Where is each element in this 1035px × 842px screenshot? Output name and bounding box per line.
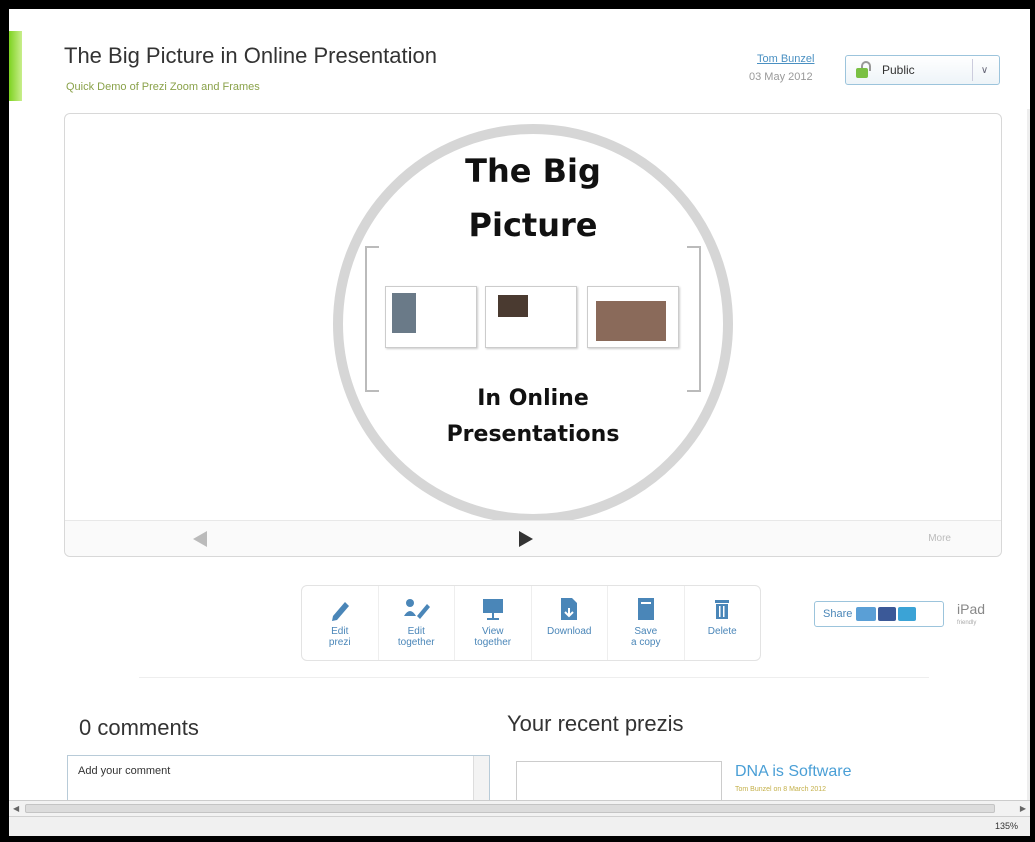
viewer-nav-bar: More — [65, 520, 1001, 556]
edit-prezi-button[interactable]: Edit prezi — [302, 586, 379, 660]
trash-icon — [709, 596, 735, 622]
scroll-thumb[interactable] — [25, 804, 995, 813]
horizontal-scrollbar[interactable]: ◀ ▶ — [9, 800, 1030, 816]
recent-prezi-title-link[interactable]: DNA is Software — [735, 763, 851, 781]
edit-prezi-label: Edit prezi — [328, 626, 351, 648]
email-icon[interactable] — [856, 607, 877, 621]
canvas-title-line1: The Big — [465, 152, 601, 190]
vertical-scrollbar[interactable] — [1027, 109, 1030, 825]
prezi-viewer[interactable]: The Big Picture In Online Presentations … — [64, 113, 1002, 557]
recent-prezis-heading: Your recent prezis — [507, 711, 684, 736]
prezi-actions-toolbar: Edit prezi Edit together View together D… — [301, 585, 761, 661]
more-button[interactable]: More — [928, 533, 951, 544]
presentation-screen-icon — [480, 596, 506, 622]
view-together-button[interactable]: View together — [455, 586, 532, 660]
download-label: Download — [547, 626, 592, 637]
twitter-icon[interactable] — [898, 607, 917, 621]
author-link[interactable]: Tom Bunzel — [757, 53, 814, 65]
recent-prezi-meta: Tom Bunzel on 8 March 2012 — [735, 786, 827, 793]
canvas-title-line2: Picture — [468, 206, 598, 244]
edit-together-button[interactable]: Edit together — [379, 586, 455, 660]
facebook-icon[interactable] — [878, 607, 897, 621]
save-copy-button[interactable]: Save a copy — [608, 586, 685, 660]
download-button[interactable]: Download — [532, 586, 608, 660]
chevron-down-icon[interactable]: ∨ — [972, 59, 996, 81]
comment-input[interactable] — [68, 756, 468, 786]
download-file-icon — [556, 596, 582, 622]
ipad-friendly-sub: friendly — [957, 620, 977, 626]
share-label: Share — [823, 608, 853, 620]
delete-label: Delete — [707, 626, 737, 637]
users-pencil-icon — [403, 596, 431, 622]
browser-page: The Big Picture in Online Presentation Q… — [9, 9, 1030, 825]
scroll-right-icon[interactable]: ▶ — [1020, 804, 1026, 813]
canvas-subtitle-line2: Presentations — [446, 422, 620, 447]
slide-thumbnail-1[interactable] — [385, 286, 477, 348]
publish-date: 03 May 2012 — [749, 71, 813, 83]
delete-button[interactable]: Delete — [685, 586, 761, 660]
view-together-label: View together — [474, 626, 512, 648]
previous-arrow-icon[interactable] — [193, 531, 207, 547]
pencil-icon — [327, 596, 353, 622]
slide-thumbnail-3[interactable] — [587, 286, 679, 348]
bracket-frame-right — [687, 246, 701, 392]
ipad-friendly-badge: iPad — [957, 601, 986, 617]
section-divider — [139, 677, 929, 678]
canvas-subtitle-line1: In Online — [477, 386, 589, 411]
accent-bar — [9, 31, 22, 101]
privacy-dropdown[interactable]: Public ∨ — [845, 55, 1000, 85]
save-copy-label: Save a copy — [631, 626, 661, 648]
privacy-value: Public — [882, 63, 915, 77]
edit-together-label: Edit together — [397, 626, 435, 648]
copy-document-icon — [633, 596, 659, 622]
zoom-level[interactable]: 135% — [995, 821, 1018, 831]
comments-heading: 0 comments — [79, 715, 199, 740]
prezi-subtitle: Quick Demo of Prezi Zoom and Frames — [66, 81, 260, 93]
bracket-frame-left — [365, 246, 379, 392]
browser-status-bar: 135% — [9, 816, 1030, 836]
unlocked-icon — [854, 60, 876, 80]
prezi-title: The Big Picture in Online Presentation — [64, 43, 437, 68]
slide-thumbnail-2[interactable] — [485, 286, 577, 348]
scroll-left-icon[interactable]: ◀ — [13, 804, 19, 813]
next-arrow-icon[interactable] — [519, 531, 533, 547]
share-box: Share — [814, 601, 944, 627]
